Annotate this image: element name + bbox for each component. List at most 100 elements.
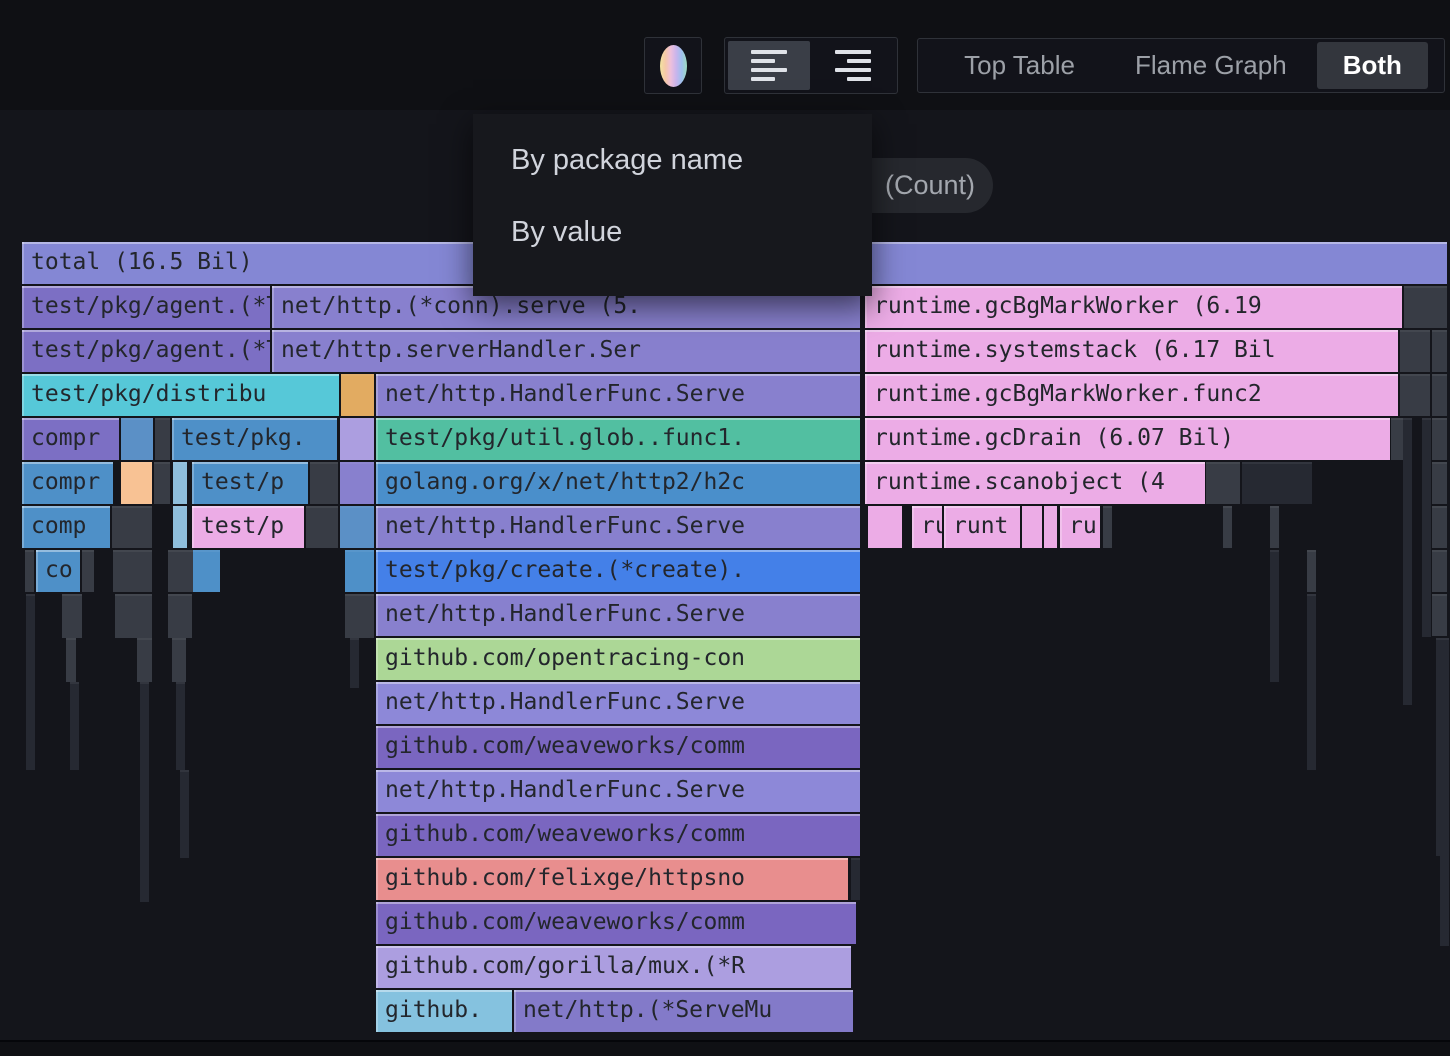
- color-scheme-button[interactable]: [644, 37, 702, 94]
- flame-bar[interactable]: github.: [376, 990, 512, 1032]
- flame-bar[interactable]: test/pkg.: [172, 418, 337, 460]
- flame-bar[interactable]: github.com/felixge/httpsno: [376, 858, 848, 900]
- flame-bar-unlabeled[interactable]: [82, 550, 94, 592]
- flame-bar[interactable]: net/http.HandlerFunc.Serve: [376, 506, 860, 548]
- flame-bar-unlabeled[interactable]: [345, 594, 374, 638]
- flame-bar-unlabeled[interactable]: [173, 506, 187, 548]
- flame-bar-unlabeled[interactable]: [172, 638, 186, 682]
- flame-bar[interactable]: golang.org/x/net/http2/h2c: [376, 462, 860, 504]
- flame-bar-unlabeled[interactable]: [1404, 286, 1447, 328]
- flame-bar[interactable]: test/pkg/distribu: [22, 374, 339, 416]
- flame-bar-unlabeled[interactable]: [1432, 550, 1447, 592]
- flame-bar[interactable]: github.com/gorilla/mux.(*R: [376, 946, 851, 988]
- flame-bar-unlabeled[interactable]: [173, 462, 187, 504]
- flame-bar-unlabeled[interactable]: [1391, 418, 1403, 460]
- flame-bar[interactable]: runtime.gcBgMarkWorker.func2: [865, 374, 1398, 416]
- flame-bar-unlabeled[interactable]: [310, 462, 338, 504]
- flame-bar-unlabeled[interactable]: [1403, 418, 1412, 705]
- flame-bar[interactable]: ru: [912, 506, 942, 548]
- flame-bar[interactable]: runt: [944, 506, 1020, 548]
- flame-bar-unlabeled[interactable]: [1432, 418, 1447, 460]
- flame-bar-unlabeled[interactable]: [1206, 462, 1240, 504]
- flame-bar-unlabeled[interactable]: [154, 462, 170, 504]
- flame-bar-unlabeled[interactable]: [26, 594, 35, 770]
- flame-bar-unlabeled[interactable]: [121, 418, 153, 460]
- flame-bar-unlabeled[interactable]: [1400, 374, 1430, 416]
- flame-bar-unlabeled[interactable]: [155, 418, 170, 460]
- flame-bar-unlabeled[interactable]: [115, 594, 152, 638]
- flame-bar[interactable]: comp: [22, 506, 110, 548]
- flame-bar-unlabeled[interactable]: [340, 462, 374, 504]
- flame-bar-unlabeled[interactable]: [341, 374, 374, 416]
- flame-bar-unlabeled[interactable]: [193, 550, 220, 592]
- menu-item-by-value[interactable]: By value: [473, 196, 872, 268]
- flame-bar[interactable]: github.com/weaveworks/comm: [376, 726, 860, 768]
- flame-bar[interactable]: runtime.gcBgMarkWorker (6.19: [865, 286, 1402, 328]
- flame-bar-unlabeled[interactable]: [113, 550, 152, 592]
- flame-bar-unlabeled[interactable]: [140, 682, 149, 902]
- flame-bar-unlabeled[interactable]: [180, 770, 189, 858]
- flame-bar-unlabeled[interactable]: [168, 594, 192, 638]
- flame-bar[interactable]: net/http.HandlerFunc.Serve: [376, 682, 860, 724]
- flame-bar-unlabeled[interactable]: [340, 418, 374, 460]
- flame-bar[interactable]: test/p: [192, 462, 308, 504]
- flame-bar-unlabeled[interactable]: [137, 638, 152, 682]
- flame-bar[interactable]: test/pkg/agent.(*Ta: [22, 286, 270, 328]
- flame-bar[interactable]: co: [36, 550, 80, 592]
- flame-bar-unlabeled[interactable]: [1223, 506, 1232, 548]
- flame-bar-unlabeled[interactable]: [168, 550, 193, 592]
- flame-bar-unlabeled[interactable]: [121, 462, 152, 504]
- flame-bar[interactable]: compr: [22, 418, 119, 460]
- flame-bar-unlabeled[interactable]: [1022, 506, 1042, 548]
- flame-bar-unlabeled[interactable]: [1440, 638, 1449, 946]
- flame-bar-unlabeled[interactable]: [1307, 550, 1316, 592]
- flame-bar[interactable]: test/pkg/agent.(*Ta: [22, 330, 270, 372]
- flame-bar-unlabeled[interactable]: [1270, 506, 1279, 548]
- text-align-right-button[interactable]: [812, 41, 894, 90]
- flame-bar-unlabeled[interactable]: [62, 594, 82, 638]
- flame-bar[interactable]: runtime.gcDrain (6.07 Bil): [865, 418, 1390, 460]
- flame-bar-unlabeled[interactable]: [1270, 550, 1279, 682]
- menu-item-by-package-name[interactable]: By package name: [473, 124, 872, 196]
- flame-bar-unlabeled[interactable]: [1432, 594, 1447, 636]
- flame-bar-unlabeled[interactable]: [1432, 374, 1447, 416]
- flame-bar-unlabeled[interactable]: [1422, 418, 1431, 637]
- flame-bar-unlabeled[interactable]: [1242, 462, 1312, 504]
- flame-bar-unlabeled[interactable]: [306, 506, 338, 548]
- view-option-top-table[interactable]: Top Table: [934, 42, 1105, 89]
- flame-bar[interactable]: github.com/weaveworks/comm: [376, 814, 860, 856]
- flame-bar-unlabeled[interactable]: [345, 550, 374, 592]
- flame-bar[interactable]: net/http.HandlerFunc.Serve: [376, 770, 860, 812]
- flame-bar-unlabeled[interactable]: [1432, 330, 1447, 372]
- flame-bar[interactable]: ru: [1060, 506, 1100, 548]
- flame-bar-unlabeled[interactable]: [851, 858, 860, 900]
- flame-bar-unlabeled[interactable]: [1103, 506, 1112, 548]
- flame-bar[interactable]: net/http.HandlerFunc.Serve: [376, 374, 860, 416]
- flame-bar[interactable]: runtime.systemstack (6.17 Bil: [865, 330, 1398, 372]
- flame-bar[interactable]: test/pkg/create.(*create).: [376, 550, 860, 592]
- view-option-both[interactable]: Both: [1317, 42, 1428, 89]
- flame-bar[interactable]: runtime.scanobject (4: [865, 462, 1205, 504]
- flame-bar[interactable]: net/http.(*ServeMu: [514, 990, 853, 1032]
- flame-bar-unlabeled[interactable]: [340, 506, 374, 548]
- flame-bar-unlabeled[interactable]: [350, 638, 359, 688]
- flame-bar[interactable]: test/pkg/util.glob..func1.: [376, 418, 860, 460]
- text-align-left-button[interactable]: [728, 41, 810, 90]
- flame-bar-unlabeled[interactable]: [70, 682, 79, 770]
- flame-bar-unlabeled[interactable]: [112, 506, 152, 548]
- flame-bar-unlabeled[interactable]: [1432, 506, 1447, 548]
- flame-bar[interactable]: net/http.serverHandler.Ser: [272, 330, 860, 372]
- flame-bar-unlabeled[interactable]: [868, 506, 902, 548]
- flame-bar[interactable]: test/p: [192, 506, 304, 548]
- flame-bar-unlabeled[interactable]: [1400, 330, 1430, 372]
- flame-bar-unlabeled[interactable]: [66, 638, 76, 682]
- flame-bar-unlabeled[interactable]: [1432, 462, 1447, 504]
- flame-bar[interactable]: compr: [22, 462, 113, 504]
- view-option-flame-graph[interactable]: Flame Graph: [1105, 42, 1317, 89]
- flame-bar[interactable]: github.com/weaveworks/comm: [376, 902, 856, 944]
- flame-bar-unlabeled[interactable]: [176, 682, 185, 770]
- flame-bar-unlabeled[interactable]: [25, 550, 34, 592]
- flame-bar[interactable]: github.com/opentracing-con: [376, 638, 860, 680]
- flame-bar[interactable]: net/http.HandlerFunc.Serve: [376, 594, 860, 636]
- flame-bar-unlabeled[interactable]: [1307, 594, 1316, 770]
